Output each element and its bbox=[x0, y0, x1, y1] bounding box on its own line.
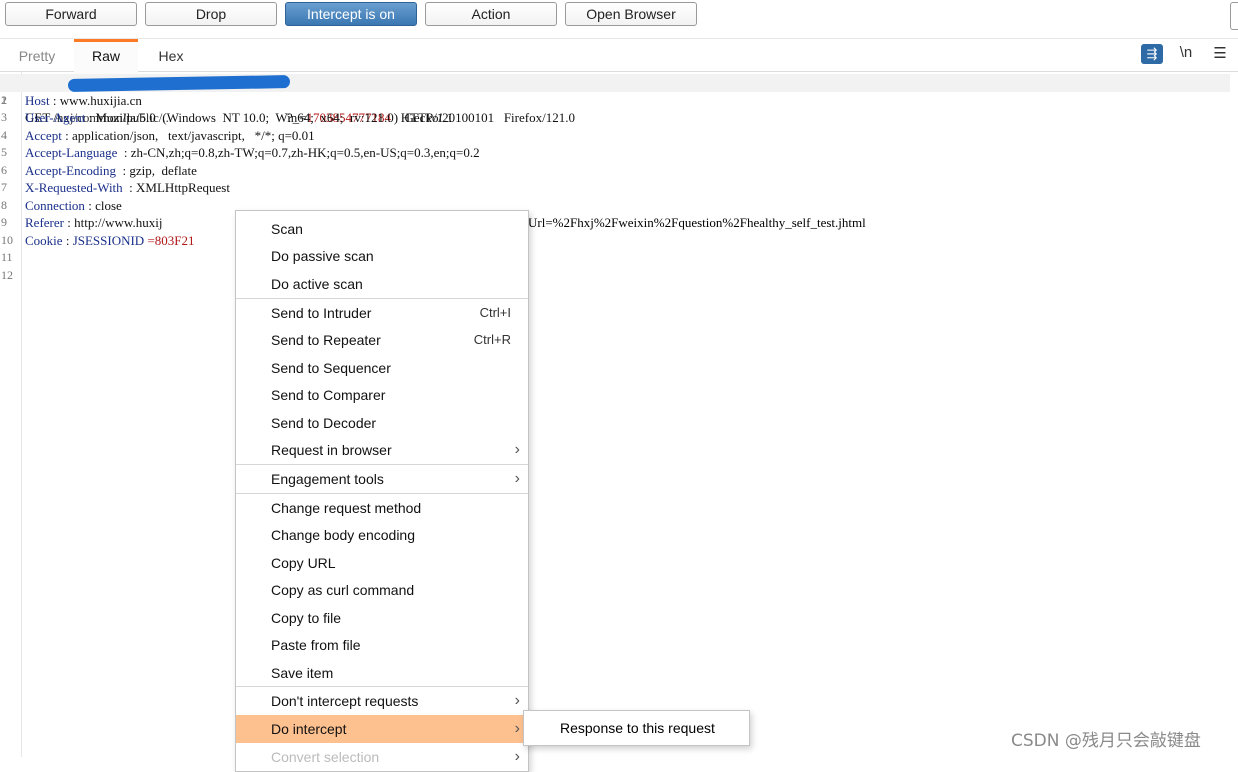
menu-item-do-active-scan[interactable]: Do active scan bbox=[236, 271, 528, 297]
tab-hex[interactable]: Hex bbox=[142, 39, 200, 71]
menu-item-do-passive-scan[interactable]: Do passive scan bbox=[236, 243, 528, 269]
menu-item-send-to-repeater[interactable]: Send to Repeater Ctrl+R bbox=[236, 327, 528, 353]
menu-item-dont-intercept-requests[interactable]: Don't intercept requests › bbox=[236, 688, 528, 714]
menu-separator bbox=[236, 298, 528, 299]
menu-item-request-in-browser[interactable]: Request in browser › bbox=[236, 437, 528, 463]
context-menu: Scan Do passive scan Do active scan Send… bbox=[235, 210, 529, 772]
header-line: 10 Cookie : JSESSIONID =803F21 bbox=[1, 232, 195, 248]
menu-item-send-to-comparer[interactable]: Send to Comparer bbox=[236, 382, 528, 408]
header-line: 5 Accept-Language : zh-CN,zh;q=0.8,zh-TW;… bbox=[1, 145, 480, 160]
chevron-right-icon: › bbox=[514, 441, 520, 458]
tab-raw[interactable]: Raw bbox=[74, 39, 138, 74]
menu-separator bbox=[236, 686, 528, 687]
menu-item-paste-from-file[interactable]: Paste from file bbox=[236, 632, 528, 658]
intercept-toggle-button[interactable]: Intercept is on bbox=[285, 2, 417, 26]
menu-item-copy-url[interactable]: Copy URL bbox=[236, 550, 528, 576]
menu-item-copy-to-file[interactable]: Copy to file bbox=[236, 605, 528, 631]
forward-button[interactable]: Forward bbox=[5, 2, 137, 26]
tab-pretty[interactable]: Pretty bbox=[6, 39, 68, 71]
header-line: 2 Host : www.huxijia.cn bbox=[1, 92, 142, 108]
menu-item-engagement-tools[interactable]: Engagement tools › bbox=[236, 466, 528, 492]
watermark: CSDN @残月只会敲键盘 bbox=[1011, 731, 1201, 751]
toolbar-overflow-button[interactable] bbox=[1230, 2, 1238, 30]
empty-line: 11 bbox=[1, 250, 13, 264]
menu-item-send-to-decoder[interactable]: Send to Decoder bbox=[236, 410, 528, 436]
menu-item-change-body-encoding[interactable]: Change body encoding bbox=[236, 522, 528, 548]
menu-item-scan[interactable]: Scan bbox=[236, 216, 528, 242]
header-line: 3 User-Agent : Mozilla/5.0 (Windows NT 10… bbox=[1, 110, 575, 125]
menu-item-save-item[interactable]: Save item bbox=[236, 660, 528, 686]
chevron-right-icon: › bbox=[514, 748, 520, 765]
raw-request-editor[interactable]: 1 GET /hxj/common/public/... ?_=170385477… bbox=[0, 74, 1238, 284]
header-line: 9 Referer : http://www.huxij Url=%2Fhxj%2F… bbox=[1, 215, 866, 230]
menu-separator bbox=[236, 464, 528, 465]
referer-tail: Url=%2Fhxj%2Fweixin%2Fquestion%2Fhealthy… bbox=[528, 215, 866, 230]
header-line: 6 Accept-Encoding : gzip, deflate bbox=[1, 162, 197, 178]
empty-line: 12 bbox=[1, 267, 13, 282]
menu-item-copy-as-curl[interactable]: Copy as curl command bbox=[236, 577, 528, 603]
header-line: 8 Connection : close bbox=[1, 197, 122, 213]
header-line: 4 Accept : application/json, text/javascr… bbox=[1, 127, 315, 143]
message-view-tabs: Pretty Raw Hex bbox=[0, 39, 1238, 74]
wrap-lines-icon[interactable]: ⇶ bbox=[1141, 44, 1163, 64]
menu-item-send-to-intruder[interactable]: Send to Intruder Ctrl+I bbox=[236, 300, 528, 326]
chevron-right-icon: › bbox=[514, 692, 520, 709]
action-button[interactable]: Action bbox=[425, 2, 557, 26]
open-browser-button[interactable]: Open Browser bbox=[565, 2, 697, 26]
drop-button[interactable]: Drop bbox=[145, 2, 277, 26]
proxy-toolbar: Forward Drop Intercept is on Action Open… bbox=[0, 0, 1238, 39]
chevron-right-icon: › bbox=[514, 470, 520, 487]
chevron-right-icon: › bbox=[514, 720, 520, 737]
menu-item-convert-selection: Convert selection › bbox=[236, 744, 528, 770]
menu-item-send-to-sequencer[interactable]: Send to Sequencer bbox=[236, 355, 528, 381]
menu-separator bbox=[236, 493, 528, 494]
header-line: 7 X-Requested-With : XMLHttpRequest bbox=[1, 180, 230, 195]
options-menu-icon[interactable]: ☰ bbox=[1210, 44, 1230, 62]
do-intercept-submenu: Response to this request bbox=[523, 710, 750, 746]
menu-item-do-intercept[interactable]: Do intercept › bbox=[236, 715, 528, 743]
menu-item-change-request-method[interactable]: Change request method bbox=[236, 495, 528, 521]
menu-item-response-to-this-request[interactable]: Response to this request bbox=[560, 711, 715, 745]
show-newlines-icon[interactable]: \n bbox=[1176, 44, 1196, 61]
